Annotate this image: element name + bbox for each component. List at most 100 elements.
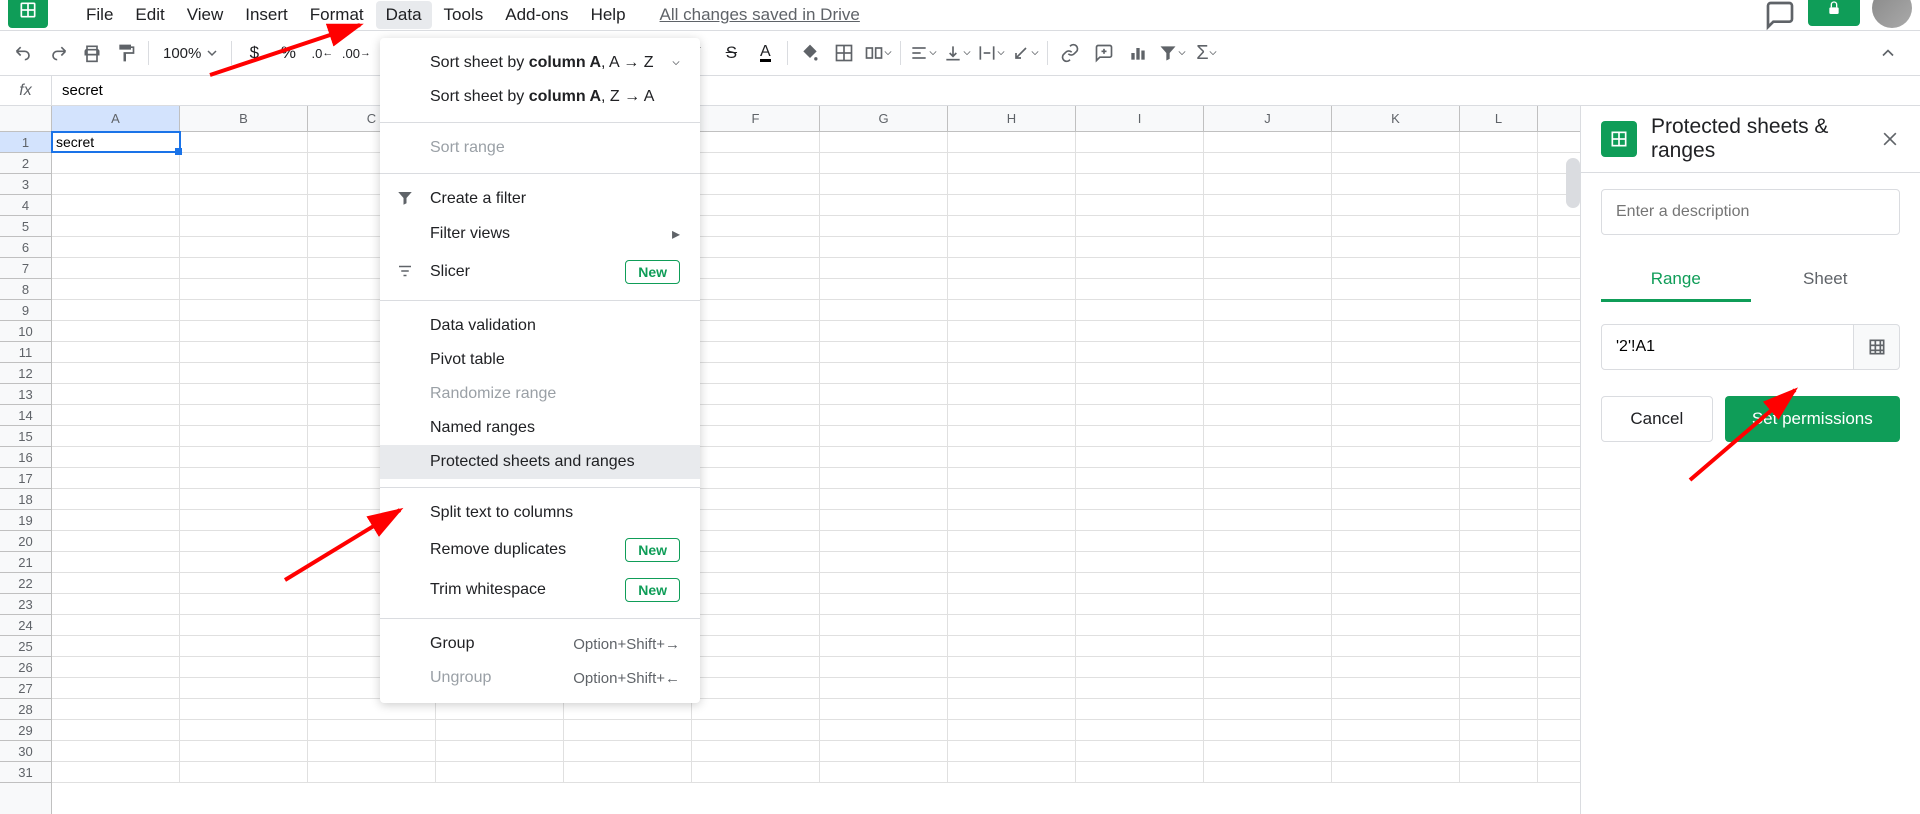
cell[interactable] [308, 720, 436, 740]
cell[interactable] [1204, 699, 1332, 719]
cell[interactable] [1332, 384, 1460, 404]
cell[interactable] [1332, 300, 1460, 320]
cell[interactable] [692, 216, 820, 236]
cell[interactable] [1076, 132, 1204, 152]
cell[interactable] [52, 762, 180, 782]
cell[interactable] [1076, 300, 1204, 320]
cell[interactable] [948, 132, 1076, 152]
cell[interactable] [180, 552, 308, 572]
cell[interactable] [1076, 363, 1204, 383]
cell[interactable] [52, 636, 180, 656]
range-input[interactable] [1601, 324, 1854, 370]
cell[interactable] [692, 279, 820, 299]
column-header[interactable]: A [52, 106, 180, 131]
cell[interactable] [948, 195, 1076, 215]
cell[interactable] [180, 468, 308, 488]
cell[interactable] [692, 762, 820, 782]
row-header[interactable]: 11 [0, 342, 51, 363]
cell[interactable] [52, 594, 180, 614]
cell[interactable] [1076, 615, 1204, 635]
cell[interactable] [948, 510, 1076, 530]
cell[interactable] [52, 615, 180, 635]
paint-format-button[interactable] [110, 37, 142, 69]
column-header[interactable]: G [820, 106, 948, 131]
column-header[interactable]: I [1076, 106, 1204, 131]
insert-comment-button[interactable] [1088, 37, 1120, 69]
cell[interactable] [1332, 216, 1460, 236]
cell[interactable] [948, 174, 1076, 194]
cell[interactable] [820, 468, 948, 488]
cell[interactable] [52, 216, 180, 236]
cell[interactable] [692, 552, 820, 572]
menu-addons[interactable]: Add-ons [495, 1, 578, 29]
cell[interactable] [1204, 657, 1332, 677]
cell[interactable] [948, 321, 1076, 341]
cell[interactable] [1076, 699, 1204, 719]
cell[interactable] [1204, 447, 1332, 467]
cell[interactable] [1332, 237, 1460, 257]
cell[interactable] [1332, 363, 1460, 383]
row-header[interactable]: 1 [0, 132, 51, 153]
row-header[interactable]: 19 [0, 510, 51, 531]
cell[interactable] [1332, 195, 1460, 215]
menu-format[interactable]: Format [300, 1, 374, 29]
menu-file[interactable]: File [76, 1, 123, 29]
cell[interactable] [820, 657, 948, 677]
cell[interactable] [692, 195, 820, 215]
cell[interactable] [180, 237, 308, 257]
text-wrap-button[interactable] [975, 37, 1007, 69]
cell[interactable] [820, 636, 948, 656]
cell[interactable] [1204, 552, 1332, 572]
cell[interactable] [180, 447, 308, 467]
cell[interactable] [1332, 762, 1460, 782]
cell[interactable] [820, 342, 948, 362]
cell[interactable] [1204, 615, 1332, 635]
row-header[interactable]: 26 [0, 657, 51, 678]
cell[interactable] [180, 153, 308, 173]
borders-button[interactable] [828, 37, 860, 69]
menu-tools[interactable]: Tools [434, 1, 494, 29]
row-header[interactable]: 21 [0, 552, 51, 573]
currency-button[interactable]: $ [238, 37, 270, 69]
cell[interactable] [1204, 741, 1332, 761]
row-header[interactable]: 27 [0, 678, 51, 699]
cell[interactable] [564, 720, 692, 740]
column-header[interactable]: F [692, 106, 820, 131]
data-validation-item[interactable]: Data validation [380, 309, 700, 343]
formula-input[interactable] [52, 82, 1920, 99]
cell[interactable] [1460, 657, 1538, 677]
cell[interactable] [692, 447, 820, 467]
cell[interactable] [52, 552, 180, 572]
cell[interactable] [1460, 552, 1538, 572]
cell[interactable] [1332, 447, 1460, 467]
cell[interactable] [1332, 657, 1460, 677]
cell[interactable] [1460, 699, 1538, 719]
sort-za-item[interactable]: Sort sheet by column A, Z → A [380, 80, 700, 114]
cell[interactable] [1332, 720, 1460, 740]
cell[interactable] [180, 741, 308, 761]
text-color-button[interactable]: A [749, 37, 781, 69]
cell[interactable] [52, 258, 180, 278]
menu-help[interactable]: Help [581, 1, 636, 29]
cell[interactable] [180, 615, 308, 635]
cell[interactable] [52, 720, 180, 740]
cell[interactable] [1332, 552, 1460, 572]
cell[interactable] [948, 615, 1076, 635]
cell[interactable] [820, 132, 948, 152]
cell[interactable] [1076, 447, 1204, 467]
cell[interactable] [692, 573, 820, 593]
cell[interactable] [1204, 594, 1332, 614]
cell[interactable] [1204, 279, 1332, 299]
cell[interactable] [564, 762, 692, 782]
cell[interactable] [1332, 321, 1460, 341]
cell[interactable] [1076, 405, 1204, 425]
cell[interactable] [1332, 258, 1460, 278]
cell[interactable] [52, 489, 180, 509]
cell[interactable] [948, 153, 1076, 173]
cell[interactable] [692, 300, 820, 320]
cell[interactable] [180, 195, 308, 215]
cell[interactable] [436, 720, 564, 740]
cell[interactable] [1076, 426, 1204, 446]
cell[interactable] [820, 258, 948, 278]
create-filter-item[interactable]: Create a filter [380, 182, 700, 216]
